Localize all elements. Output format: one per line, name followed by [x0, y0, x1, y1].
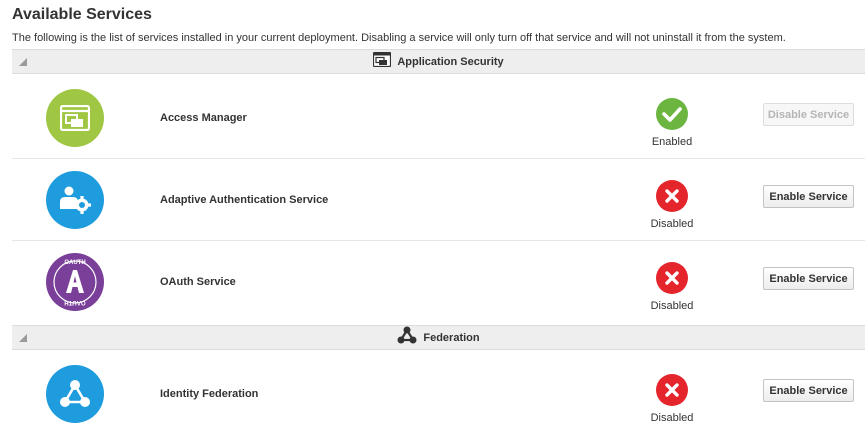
page-description: The following is the list of services in… — [12, 32, 786, 44]
oauth-icon-text-bottom: OAUTH — [64, 299, 85, 305]
section-header-application-security: Application Security — [12, 49, 865, 74]
oauth-icon-text-top: OAUTH — [64, 260, 85, 266]
service-name: OAuth Service — [160, 276, 236, 288]
section-title: Application Security — [397, 55, 504, 68]
error-x-icon — [656, 262, 688, 294]
status-text: Disabled — [650, 300, 694, 312]
check-icon — [656, 98, 688, 130]
service-row-oauth: OAUTH OAUTH OAuth Service Disabled Enabl… — [12, 242, 865, 323]
window-icon — [373, 51, 392, 72]
service-name: Access Manager — [160, 112, 247, 124]
service-name: Identity Federation — [160, 388, 259, 400]
enable-service-button[interactable]: Enable Service — [763, 185, 854, 208]
service-row-adaptive-authentication: Adaptive Authentication Service Disabled… — [12, 160, 865, 241]
error-x-icon — [656, 180, 688, 212]
status-text: Disabled — [650, 218, 694, 230]
section-header-federation: Federation — [12, 325, 865, 350]
section-title: Federation — [423, 331, 480, 344]
enable-service-button[interactable]: Enable Service — [763, 379, 854, 402]
status-text: Disabled — [650, 412, 694, 424]
adaptive-auth-icon — [46, 171, 104, 229]
disable-service-button[interactable]: Disable Service — [763, 103, 854, 126]
service-row-access-manager: Access Manager Enabled Disable Service — [12, 78, 865, 159]
service-name: Adaptive Authentication Service — [160, 194, 329, 206]
access-manager-icon — [46, 89, 104, 147]
error-x-icon — [656, 374, 688, 406]
enable-service-button[interactable]: Enable Service — [763, 267, 854, 290]
page-title: Available Services — [12, 6, 152, 23]
service-row-identity-federation: Identity Federation Disabled Enable Serv… — [12, 354, 865, 435]
federation-icon — [397, 326, 417, 349]
status-text: Enabled — [651, 136, 693, 148]
oauth-icon: OAUTH OAUTH — [46, 253, 104, 311]
identity-federation-icon — [46, 365, 104, 423]
